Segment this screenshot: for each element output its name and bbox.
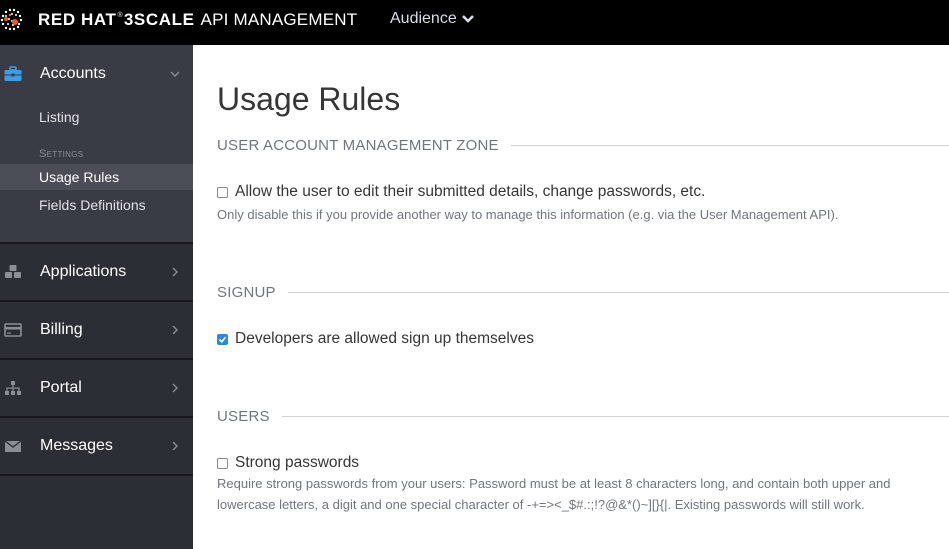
3scale-logo-icon[interactable] <box>0 4 26 34</box>
sidebar-group-settings: Settings <box>39 148 84 160</box>
audience-label: Audience <box>390 10 457 27</box>
brand-api-management: API MANAGEMENT <box>200 10 358 29</box>
option-allow-edit-details: Allow the user to edit their submitted d… <box>217 183 705 201</box>
allow-edit-details-checkbox[interactable] <box>217 186 228 198</box>
developers-signup-checkbox[interactable] <box>217 333 228 345</box>
section-title: USER ACCOUNT MANAGEMENT ZONE <box>217 137 499 154</box>
sidebar-item-messages[interactable]: Messages <box>0 418 193 476</box>
sidebar-item-accounts[interactable]: Accounts <box>0 45 193 103</box>
briefcase-icon <box>4 66 22 81</box>
brand-title[interactable]: RED HAT®3SCALE API MANAGEMENT <box>38 10 357 30</box>
sidebar-item-usage-rules[interactable]: Usage Rules <box>0 164 193 190</box>
sidebar-label-messages: Messages <box>40 437 113 454</box>
option-developers-signup: Developers are allowed sign up themselve… <box>217 330 534 348</box>
section-users: USERS <box>217 408 949 425</box>
chevron-right-icon <box>172 383 178 393</box>
top-header: RED HAT®3SCALE API MANAGEMENT Audience <box>0 0 949 45</box>
envelope-icon <box>4 440 22 452</box>
chevron-right-icon <box>172 441 178 451</box>
chevron-down-icon <box>170 71 180 77</box>
help-line: Require strong passwords from your users… <box>217 476 891 491</box>
sidebar: Accounts Listing Settings Usage Rules Fi… <box>0 45 193 549</box>
section-divider <box>510 145 949 146</box>
option-strong-passwords: Strong passwords <box>217 454 359 472</box>
brand-redhat: RED HAT <box>38 10 117 29</box>
help-line: lowercase letters, a digit and one speci… <box>217 497 865 512</box>
page-title: Usage Rules <box>217 81 401 117</box>
sidebar-item-portal[interactable]: Portal <box>0 360 193 418</box>
option-label[interactable]: Strong passwords <box>235 454 359 472</box>
sidebar-item-billing[interactable]: Billing <box>0 302 193 360</box>
strong-passwords-checkbox[interactable] <box>217 457 228 469</box>
chevron-right-icon <box>172 325 178 335</box>
option-help-text: Only disable this if you provide another… <box>217 207 839 222</box>
sidebar-item-fields-definitions[interactable]: Fields Definitions <box>0 192 193 218</box>
sidebar-label-accounts: Accounts <box>40 65 106 82</box>
sidebar-section-accounts: Accounts Listing Settings Usage Rules Fi… <box>0 45 193 244</box>
sidebar-label-billing: Billing <box>40 321 83 338</box>
section-divider <box>287 292 949 293</box>
audience-menu[interactable]: Audience <box>390 10 474 28</box>
option-help-text: Require strong passwords from your users… <box>217 473 890 515</box>
chevron-down-icon <box>461 15 474 23</box>
sidebar-label-applications: Applications <box>40 263 127 280</box>
brand-3scale: 3SCALE <box>123 10 195 29</box>
sitemap-icon <box>5 381 21 395</box>
sidebar-label-portal: Portal <box>40 379 82 396</box>
section-title: USERS <box>217 408 270 425</box>
option-label[interactable]: Developers are allowed sign up themselve… <box>235 330 534 348</box>
cubes-icon <box>5 265 21 278</box>
option-label[interactable]: Allow the user to edit their submitted d… <box>235 183 705 201</box>
section-user-account-management: USER ACCOUNT MANAGEMENT ZONE <box>217 137 949 154</box>
section-divider <box>281 416 949 417</box>
chevron-right-icon <box>172 267 178 277</box>
section-title: SIGNUP <box>217 284 276 301</box>
credit-card-icon <box>4 323 22 337</box>
section-signup: SIGNUP <box>217 284 949 301</box>
checkmark-icon <box>218 336 227 343</box>
sidebar-item-applications[interactable]: Applications <box>0 244 193 302</box>
sidebar-item-listing[interactable]: Listing <box>0 104 193 130</box>
